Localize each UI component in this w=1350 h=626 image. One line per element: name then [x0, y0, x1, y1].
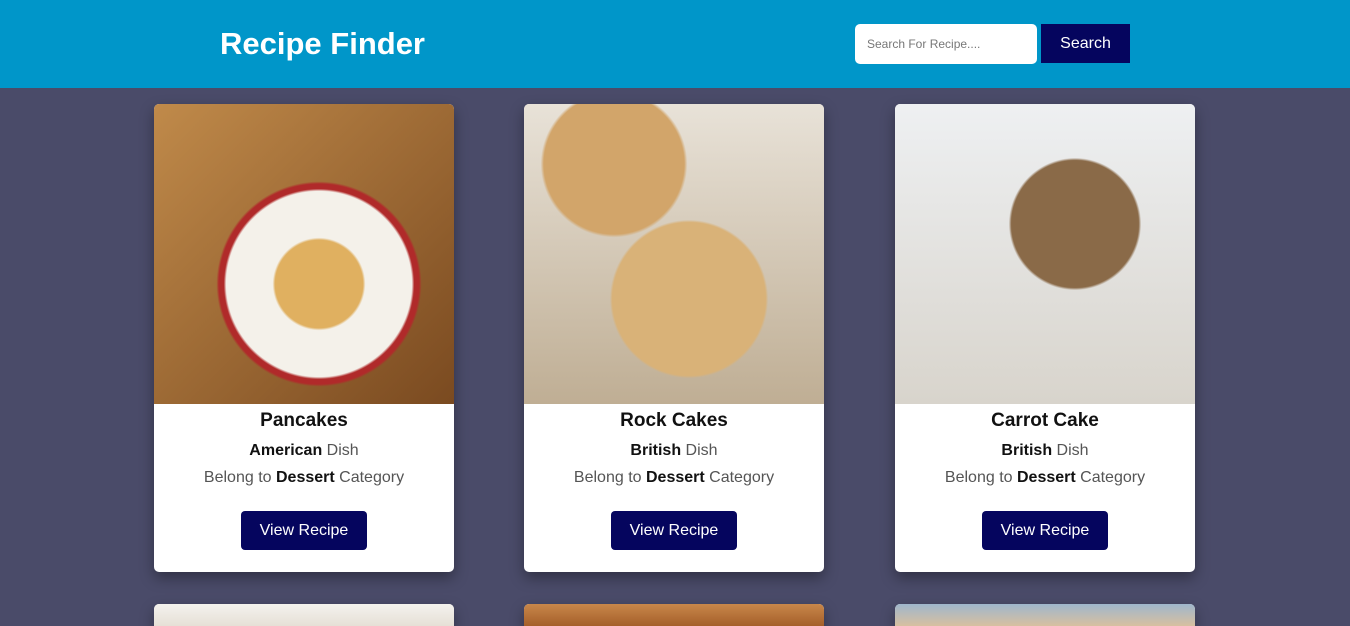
category-prefix: Belong to [944, 469, 1013, 486]
category-name: Dessert [645, 469, 705, 486]
category-suffix: Category [709, 469, 775, 486]
recipe-category: Belong to Dessert Category [524, 469, 824, 487]
recipe-image [524, 604, 824, 626]
category-suffix: Category [339, 469, 405, 486]
recipe-card: Carrot Cake British Dish Belong to Desse… [895, 104, 1195, 572]
app-title: Recipe Finder [220, 26, 425, 61]
dish-label: Dish [1056, 442, 1089, 459]
page: Recipe Finder Search Pancakes American D… [0, 0, 1350, 626]
category-prefix: Belong to [203, 469, 272, 486]
recipe-card-partial[interactable] [524, 604, 824, 626]
header: Recipe Finder Search [0, 0, 1350, 88]
recipe-category: Belong to Dessert Category [895, 469, 1195, 487]
recipe-name: Pancakes [260, 410, 348, 431]
category-name: Dessert [1016, 469, 1076, 486]
recipe-image [524, 104, 824, 404]
search-button[interactable]: Search [1041, 24, 1130, 63]
view-recipe-button[interactable]: View Recipe [982, 511, 1108, 550]
recipe-name: Carrot Cake [991, 410, 1099, 431]
dish-label: Dish [326, 442, 359, 459]
recipe-image [154, 104, 454, 404]
dish-label: Dish [685, 442, 718, 459]
category-name: Dessert [275, 469, 335, 486]
view-recipe-button[interactable]: View Recipe [241, 511, 367, 550]
area-name: British [630, 442, 682, 459]
recipe-name: Rock Cakes [620, 410, 728, 431]
area-name: American [249, 442, 323, 459]
area-name: British [1001, 442, 1053, 459]
recipe-image [895, 604, 1195, 626]
recipe-area: British Dish [524, 442, 824, 460]
recipe-area: British Dish [895, 442, 1195, 460]
recipe-card-partial[interactable] [895, 604, 1195, 626]
view-recipe-button[interactable]: View Recipe [611, 511, 737, 550]
recipe-image [154, 604, 454, 626]
recipe-image [895, 104, 1195, 404]
search-input[interactable] [855, 24, 1037, 64]
recipe-area: American Dish [154, 442, 454, 460]
category-suffix: Category [1080, 469, 1146, 486]
recipe-category: Belong to Dessert Category [154, 469, 454, 487]
category-prefix: Belong to [573, 469, 642, 486]
recipe-card-partial[interactable] [154, 604, 454, 626]
recipe-card: Pancakes American Dish Belong to Dessert… [154, 104, 454, 572]
recipe-card: Rock Cakes British Dish Belong to Desser… [524, 104, 824, 572]
